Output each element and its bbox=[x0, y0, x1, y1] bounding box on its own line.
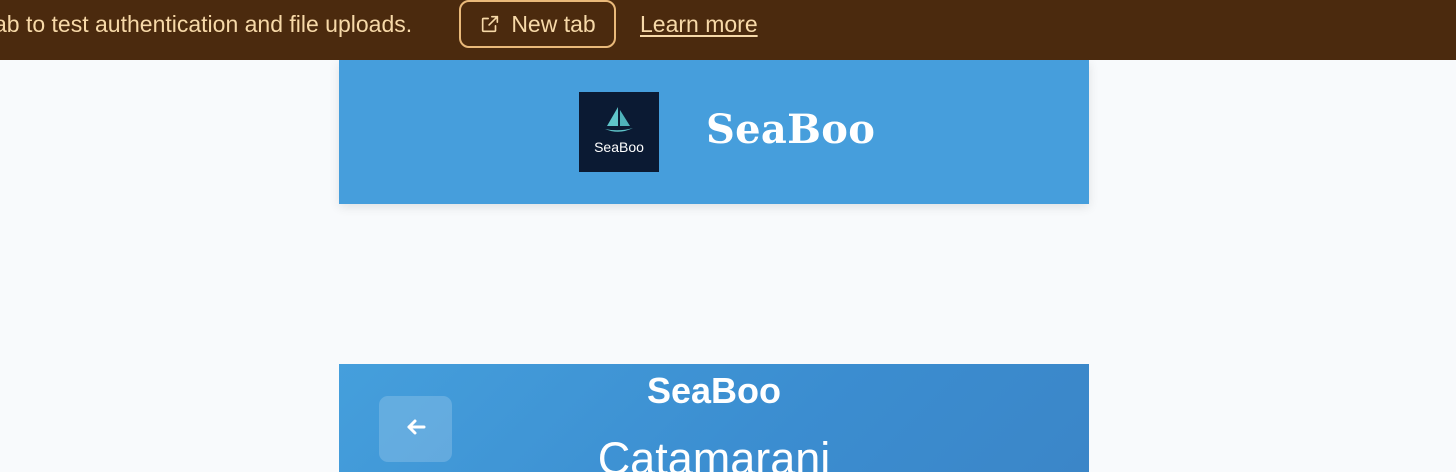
banner-message: ab to test authentication and file uploa… bbox=[0, 11, 413, 37]
logo-text: SeaBoo bbox=[594, 139, 644, 155]
logo[interactable]: SeaBoo bbox=[579, 92, 659, 172]
external-link-icon bbox=[479, 13, 501, 35]
new-tab-label: New tab bbox=[511, 10, 596, 37]
page-title: Catamarani bbox=[597, 433, 831, 472]
notice-banner: ab to test authentication and file uploa… bbox=[0, 0, 1456, 60]
brand-title: SeaBoo bbox=[706, 106, 876, 153]
learn-more-link[interactable]: Learn more bbox=[640, 10, 758, 38]
section-brand: SeaBoo bbox=[646, 370, 782, 411]
site-header: SeaBoo SeaBoo bbox=[339, 60, 1089, 204]
section-header: SeaBoo Catamarani bbox=[339, 364, 1089, 472]
new-tab-button[interactable]: New tab bbox=[459, 0, 616, 48]
